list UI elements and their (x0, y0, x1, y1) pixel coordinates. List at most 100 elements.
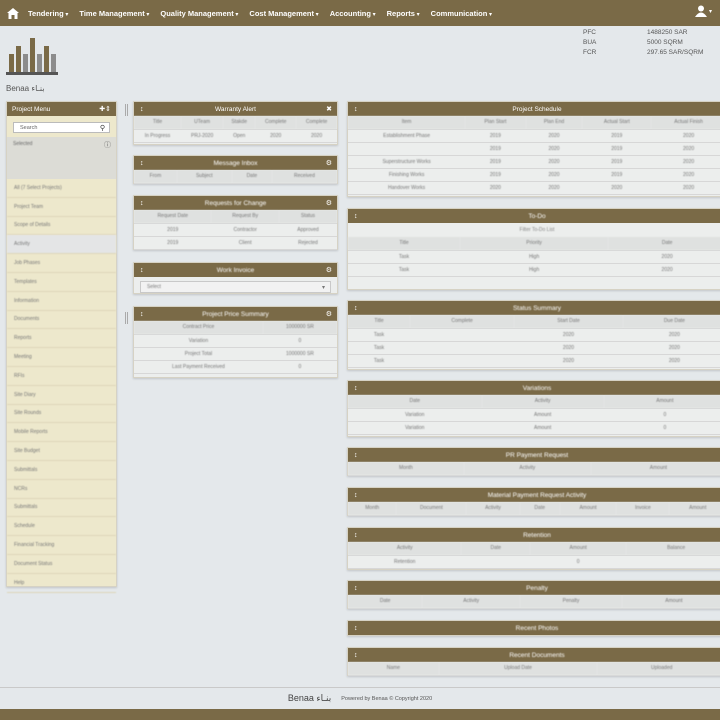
column-header: Date (461, 542, 531, 556)
project-menu-item[interactable]: Document Status (7, 555, 116, 574)
drag-icon[interactable]: ↕ (354, 452, 358, 459)
material-request-panel: ↕ Material Payment Request Activity Month… (347, 487, 720, 516)
table-header-row: Month Activity Amount (348, 462, 720, 476)
project-menu-item[interactable]: Reports (7, 329, 116, 349)
project-menu-item[interactable]: Meeting (7, 348, 116, 367)
menu-time-management[interactable]: Time Management (79, 9, 149, 18)
project-menu-item[interactable]: NCRs (7, 480, 116, 499)
drag-icon[interactable]: ↕ (354, 652, 358, 659)
todo-filter[interactable]: Filter To-Do List (348, 223, 720, 237)
footer: Benaa بنـاء Powered by Benaa © Copyright… (0, 687, 720, 709)
drag-icon[interactable]: ↕ (354, 385, 358, 392)
table-row[interactable]: Variation 0 (134, 334, 337, 348)
table-row[interactable]: In Progress PRJ-2020 Open 2020 2020 (134, 129, 337, 143)
project-menu-item[interactable]: Site Diary (7, 386, 116, 405)
settings-icon[interactable]: ⚙ (326, 266, 332, 274)
project-menu-item[interactable]: Project Team (7, 198, 116, 217)
search-input[interactable]: Search ⚲ (13, 122, 110, 133)
table-cell: 2020 (465, 181, 526, 195)
table-row[interactable]: Task 2020 2020 (348, 341, 720, 355)
project-menu-item[interactable]: Templates (7, 273, 116, 292)
table-row[interactable]: Contract Price 1000000 SR (134, 321, 337, 335)
drag-icon[interactable]: ↕ (354, 625, 358, 632)
project-menu-item[interactable]: Submittals (7, 499, 116, 518)
table-cell: 2020 (608, 250, 720, 264)
project-menu-item[interactable]: Scope of Details (7, 217, 116, 236)
menu-cost-management[interactable]: Cost Management (249, 9, 318, 18)
drag-icon[interactable]: ↕ (354, 585, 358, 592)
drag-icon[interactable]: ↕ (140, 160, 144, 167)
menu-reports[interactable]: Reports (387, 9, 420, 18)
resize-handle[interactable] (125, 104, 128, 116)
drag-icon[interactable]: ↕ (354, 492, 358, 499)
work-invoice-panel: ↕ Work Invoice ⚙ Select (133, 262, 338, 294)
menu-quality-management[interactable]: Quality Management (160, 9, 238, 18)
table-row[interactable]: Handover Works 2020 2020 2020 2020 (348, 181, 720, 195)
table-row[interactable]: Project Total 1000000 SR (134, 347, 337, 361)
project-menu-item[interactable]: Mobile Reports (7, 423, 116, 443)
menu-tendering[interactable]: Tendering (28, 9, 68, 18)
info-icon[interactable]: ⓘ (104, 140, 111, 150)
table-cell: 2019 (465, 129, 526, 143)
drag-icon[interactable]: ↕ (140, 311, 144, 318)
project-menu-item[interactable]: Site Rounds (7, 405, 116, 424)
invoice-select[interactable]: Select (140, 281, 331, 293)
project-menu-item[interactable]: Documents (7, 311, 116, 330)
project-menu-item[interactable]: Help (7, 574, 116, 593)
table-row[interactable]: Task 2020 2020 (348, 354, 720, 368)
panel-header: ↕ Work Invoice ⚙ (134, 263, 337, 277)
table-row[interactable]: Last Payment Received 0 (134, 360, 337, 374)
table-header-row: Item Plan Start Plan End Actual Start Actual… (348, 116, 720, 130)
drag-icon[interactable]: ↕ (354, 305, 358, 312)
home-icon[interactable] (4, 4, 22, 22)
project-menu-item[interactable]: Information (7, 292, 116, 311)
project-menu-item[interactable]: Schedule (7, 517, 116, 537)
column-header: Date (608, 237, 720, 251)
project-menu-item[interactable]: Activity (7, 235, 116, 255)
drag-icon[interactable]: ↕ (354, 213, 358, 220)
add-icon[interactable]: ✚⇕ (99, 105, 111, 113)
user-menu[interactable]: ▾ (694, 5, 712, 17)
drag-icon[interactable]: ↕ (140, 200, 144, 207)
table-row[interactable]: Task 2020 2020 (348, 328, 720, 342)
table-cell: 2019 (465, 168, 526, 182)
resize-handle[interactable] (125, 312, 128, 324)
drag-icon[interactable]: ↕ (140, 267, 144, 274)
drag-icon[interactable]: ↕ (354, 106, 358, 113)
menu-communication[interactable]: Communication (431, 9, 492, 18)
settings-icon[interactable]: ⚙ (326, 199, 332, 207)
table-row[interactable]: 2019 Contractor Approved (134, 223, 337, 237)
table-row[interactable]: Superstructure Works 2019 2020 2019 2020 (348, 155, 720, 169)
drag-icon[interactable]: ↕ (140, 106, 144, 113)
settings-icon[interactable]: ⚙ (326, 310, 332, 318)
close-icon[interactable]: ✖ (326, 105, 332, 113)
table-cell: 2019 (582, 142, 652, 156)
table-row[interactable]: Variation Amount 0 (348, 408, 720, 422)
todo-panel: ↕ To-Do Filter To-Do List Title Priority Da… (347, 208, 720, 290)
search-icon[interactable]: ⚲ (100, 124, 105, 132)
table-row[interactable]: Task High 2020 (348, 250, 720, 264)
table-row[interactable]: Finishing Works 2019 2020 2019 2020 (348, 168, 720, 182)
menu-accounting[interactable]: Accounting (330, 9, 376, 18)
table-row[interactable]: Establishment Phase 2019 2020 2019 2020 (348, 129, 720, 143)
project-menu-item[interactable]: Site Budget (7, 442, 116, 461)
project-menu-item[interactable]: Submittals (7, 461, 116, 480)
table-header-row: Month Document Activity Date Amount Invoice Am… (348, 502, 720, 516)
settings-icon[interactable]: ⚙ (326, 159, 332, 167)
panel-header: ↕ Project Schedule (348, 102, 720, 116)
table-cell (348, 142, 466, 156)
table-row[interactable]: 2019 2020 2019 2020 (348, 142, 720, 156)
table-row[interactable]: Variation Amount 0 (348, 421, 720, 435)
project-menu-item[interactable]: Job Phases (7, 254, 116, 273)
column-header: UTeam (181, 116, 224, 130)
project-menu-item[interactable]: Financial Tracking (7, 536, 116, 555)
column-header: Document (396, 502, 467, 516)
drag-icon[interactable]: ↕ (354, 532, 358, 539)
project-selector[interactable]: Selected ⓘ (7, 137, 116, 179)
table-row[interactable]: 2019 Client Rejected (134, 236, 337, 250)
table-cell: Handover Works (348, 181, 466, 195)
table-row[interactable]: Retention 0 (348, 555, 720, 569)
project-menu-item[interactable]: RFIs (7, 367, 116, 386)
table-row[interactable]: Task High 2020 (348, 263, 720, 277)
project-menu-item[interactable]: All (7 Select Projects) (7, 179, 116, 198)
